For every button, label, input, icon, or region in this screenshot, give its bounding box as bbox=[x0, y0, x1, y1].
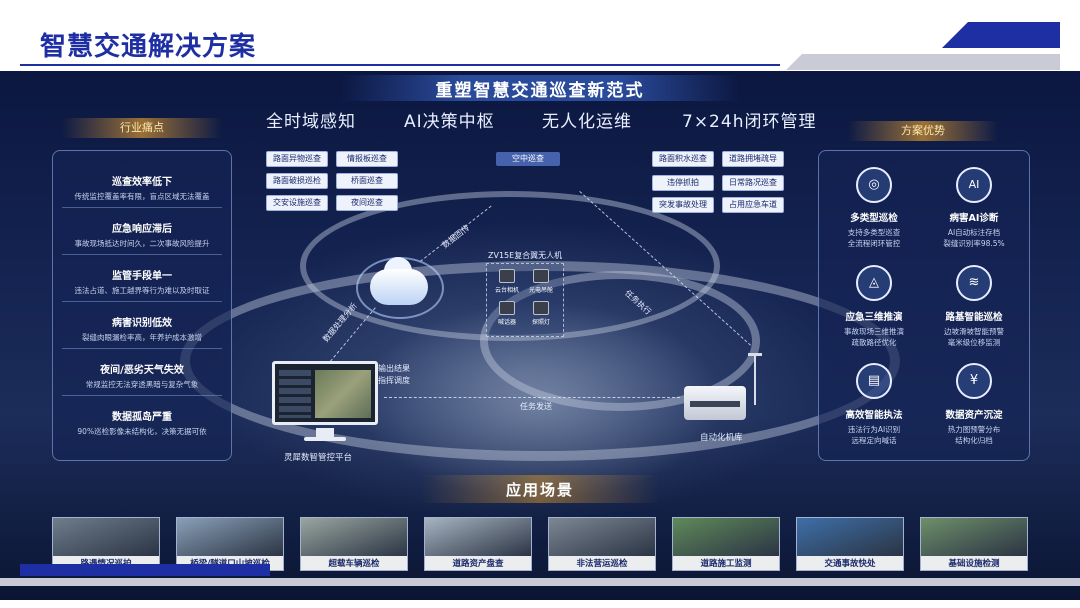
solution-board: 重塑智慧交通巡查新范式 全时域感知 AI决策中枢 无人化运维 7×24h闭环管理… bbox=[0, 71, 1080, 600]
payload-loudspeaker: 喊话器 bbox=[492, 301, 522, 326]
header-decoration-light bbox=[786, 54, 1060, 70]
camera-icon bbox=[499, 269, 515, 283]
scene-card-overload[interactable]: 超载车辆巡检 bbox=[300, 517, 408, 571]
scene-photo bbox=[425, 518, 531, 556]
air-patrol-label: 空中巡查 bbox=[496, 152, 560, 166]
payload-gimbal-camera: 云台相机 bbox=[492, 269, 522, 294]
road-icon: ≋ bbox=[956, 265, 992, 301]
emergency-icon: ◬ bbox=[856, 265, 892, 301]
advantage-multi-type: 多类型巡检 支持多类型巡查 全流程闭环管控 bbox=[847, 213, 901, 248]
scene-card-accident[interactable]: 交通事故快处 bbox=[796, 517, 904, 571]
flow-line-task-send bbox=[384, 397, 680, 398]
payload-searchlight: 探照灯 bbox=[526, 301, 556, 326]
tag-water-accumulation: 路面积水巡查 bbox=[652, 151, 714, 167]
advantage-enforcement: 高效智能执法 违法行为AI识别 远程定向喊话 bbox=[845, 410, 903, 445]
advantages-heading: 方案优势 bbox=[848, 121, 998, 141]
advantage-subgrade: 路基智能巡检 边坡滑坡智能预警 毫米级位移监测 bbox=[944, 312, 1004, 347]
pain-item-emergency-response: 应急响应滞后 事故现场抵达时间久，二次事故风险提升 bbox=[74, 224, 210, 248]
scenes-heading: 应用场景 bbox=[505, 481, 574, 499]
pain-points-heading: 行业痛点 bbox=[62, 118, 222, 138]
pain-item-patrol-efficiency: 巡查效率低下 传统监控覆盖率有限，盲点区域无法覆盖 bbox=[74, 177, 210, 201]
board-title: 重塑智慧交通巡查新范式 bbox=[435, 81, 645, 101]
tag-traffic-facilities: 交安设施巡查 bbox=[266, 195, 328, 211]
flow-label-output: 输出结果 bbox=[378, 364, 410, 373]
tag-daily-road: 日常路况巡查 bbox=[722, 175, 784, 191]
scene-card-road-patrol[interactable]: 路遇情况巡护 bbox=[52, 517, 160, 571]
pain-item-night-weather: 夜间/恶劣天气失效 常规监控无法穿透黑暗与复杂气象 bbox=[85, 365, 199, 389]
scene-card-road-assets[interactable]: 道路资产盘查 bbox=[424, 517, 532, 571]
target-icon: ◎ bbox=[856, 167, 892, 203]
pod-icon bbox=[533, 269, 549, 283]
tag-night-patrol: 夜间巡查 bbox=[336, 195, 398, 211]
monitor-sidebar bbox=[279, 370, 311, 418]
scene-photo bbox=[921, 518, 1027, 556]
pain-divider bbox=[62, 348, 222, 349]
title-underline bbox=[20, 64, 780, 66]
pain-item-data-silos: 数据孤岛严重 90%巡检影像未结构化，决策无据可依 bbox=[77, 412, 207, 436]
flow-label-dispatch: 指挥调度 bbox=[378, 376, 410, 385]
pain-item-defect-recognition: 病害识别低效 裂缝肉眼漏检率高，年养护成本激增 bbox=[82, 318, 202, 342]
header-decoration-dark bbox=[942, 22, 1060, 48]
footer-decoration-blue bbox=[20, 564, 270, 576]
drone-name: ZV15E复合翼无人机 bbox=[488, 251, 563, 260]
tag-road-debris: 路面异物巡查 bbox=[266, 151, 328, 167]
flow-label-task-send: 任务发送 bbox=[520, 402, 552, 411]
speaker-icon bbox=[499, 301, 515, 315]
slogan-ai-decision: AI决策中枢 bbox=[404, 112, 495, 132]
tag-road-damage: 路面破损巡检 bbox=[266, 173, 328, 189]
searchlight-icon bbox=[533, 301, 549, 315]
scene-card-illegal-operation[interactable]: 非法营运巡检 bbox=[548, 517, 656, 571]
ai-icon: AI bbox=[956, 167, 992, 203]
pain-divider bbox=[62, 254, 222, 255]
scene-card-construction[interactable]: 道路施工监测 bbox=[672, 517, 780, 571]
slogan-perception: 全时域感知 bbox=[266, 112, 356, 132]
scene-photo bbox=[673, 518, 779, 556]
slogan-closed-loop: 7×24h闭环管理 bbox=[682, 112, 817, 132]
document-icon: ▤ bbox=[856, 363, 892, 399]
tag-bridge-deck: 桥面巡查 bbox=[336, 173, 398, 189]
tag-congestion: 道路拥堵疏导 bbox=[722, 151, 784, 167]
monitor-base bbox=[304, 437, 346, 441]
pain-item-supervision: 监管手段单一 违法占道、施工越界等行为难以及时取证 bbox=[74, 271, 210, 295]
pain-divider bbox=[62, 301, 222, 302]
scene-photo bbox=[177, 518, 283, 556]
scene-photo bbox=[797, 518, 903, 556]
scene-photo bbox=[549, 518, 655, 556]
slogan-unmanned: 无人化运维 bbox=[542, 112, 632, 132]
pain-divider bbox=[62, 395, 222, 396]
scene-card-bridge-tunnel[interactable]: 桥梁/隧道口山坡巡检 bbox=[176, 517, 284, 571]
scene-card-infrastructure[interactable]: 基础设施检测 bbox=[920, 517, 1028, 571]
scene-photo bbox=[53, 518, 159, 556]
advantage-ai-diagnosis: 病害AI诊断 AI自动标注存档 裂缝识别率98.5% bbox=[943, 213, 1005, 248]
cloud-body bbox=[370, 269, 428, 305]
tag-emergency-lane: 占用应急车道 bbox=[722, 197, 784, 213]
monitor-map-view bbox=[315, 370, 371, 418]
platform-label: 灵犀数智管控平台 bbox=[284, 453, 353, 463]
hangar-band bbox=[690, 401, 740, 407]
advantage-data-assets: 数据资产沉淀 热力图预警分布 结构化归档 bbox=[945, 410, 1003, 445]
pain-divider bbox=[62, 207, 222, 208]
footer-decoration-grey bbox=[0, 578, 1080, 586]
platform-monitor bbox=[272, 361, 378, 425]
hangar-label: 自动化机库 bbox=[700, 433, 743, 443]
antenna-pole bbox=[754, 355, 756, 405]
tag-accident: 突发事故处理 bbox=[652, 197, 714, 213]
payload-photoelectric-pod: 光电吊舱 bbox=[526, 269, 556, 294]
asset-icon: ¥ bbox=[956, 363, 992, 399]
scene-photo bbox=[301, 518, 407, 556]
tag-info-board: 情报板巡查 bbox=[336, 151, 398, 167]
tag-illegal-parking: 违停抓拍 bbox=[652, 175, 714, 191]
page-title: 智慧交通解决方案 bbox=[40, 32, 257, 62]
advantage-emergency-3d: 应急三维推演 事故现场三维推演 疏散路径优化 bbox=[844, 312, 904, 347]
